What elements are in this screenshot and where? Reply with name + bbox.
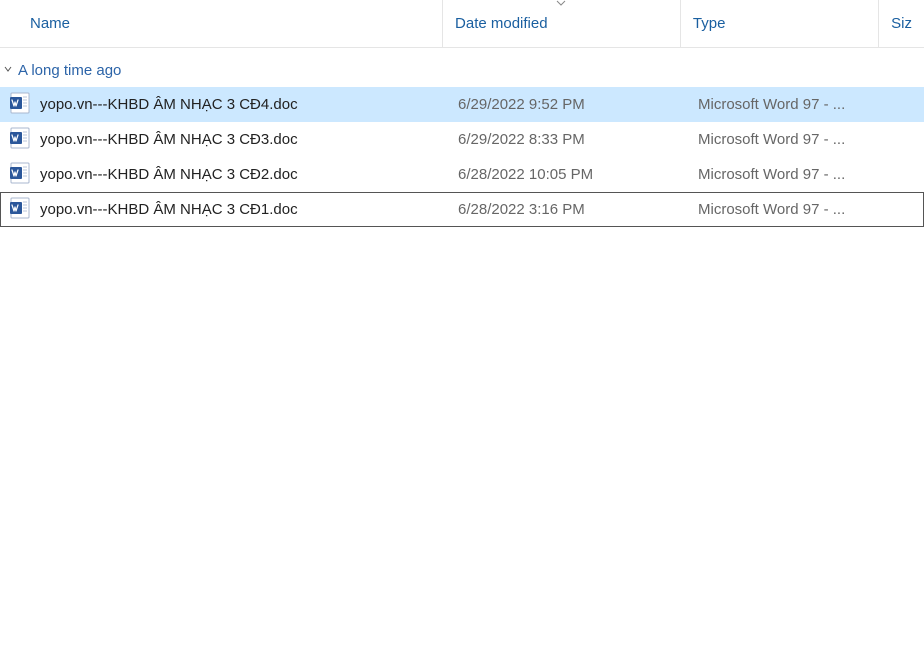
column-header-name-label: Name <box>30 15 70 32</box>
word-doc-icon <box>10 162 30 188</box>
file-type-cell: Microsoft Word 97 - ... <box>686 166 886 183</box>
word-doc-icon <box>10 92 30 118</box>
group-header[interactable]: A long time ago <box>0 48 924 87</box>
file-name-cell: yopo.vn---KHBD ÂM NHẠC 3 CĐ1.doc <box>10 197 446 223</box>
column-header-size[interactable]: Siz <box>878 0 924 47</box>
file-date-cell: 6/28/2022 10:05 PM <box>446 166 686 183</box>
file-row[interactable]: yopo.vn---KHBD ÂM NHẠC 3 CĐ2.doc 6/28/202… <box>0 157 924 192</box>
column-headers: Name Date modified Type Siz <box>0 0 924 48</box>
file-date-cell: 6/29/2022 9:52 PM <box>446 96 686 113</box>
column-header-name[interactable]: Name <box>0 0 442 47</box>
column-header-type[interactable]: Type <box>680 0 878 47</box>
file-name-label: yopo.vn---KHBD ÂM NHẠC 3 CĐ4.doc <box>40 96 298 113</box>
file-name-cell: yopo.vn---KHBD ÂM NHẠC 3 CĐ3.doc <box>10 127 446 153</box>
file-name-cell: yopo.vn---KHBD ÂM NHẠC 3 CĐ2.doc <box>10 162 446 188</box>
column-header-date-label: Date modified <box>455 15 548 32</box>
file-name-label: yopo.vn---KHBD ÂM NHẠC 3 CĐ2.doc <box>40 166 298 183</box>
file-row[interactable]: yopo.vn---KHBD ÂM NHẠC 3 CĐ1.doc 6/28/202… <box>0 192 924 227</box>
sort-indicator-icon <box>556 0 566 9</box>
column-header-date[interactable]: Date modified <box>442 0 680 47</box>
group-header-label: A long time ago <box>18 62 121 79</box>
word-doc-icon <box>10 197 30 223</box>
column-header-size-label: Siz <box>891 15 912 32</box>
file-row[interactable]: yopo.vn---KHBD ÂM NHẠC 3 CĐ3.doc 6/29/202… <box>0 122 924 157</box>
file-type-cell: Microsoft Word 97 - ... <box>686 96 886 113</box>
file-row[interactable]: yopo.vn---KHBD ÂM NHẠC 3 CĐ4.doc 6/29/202… <box>0 87 924 122</box>
file-name-cell: yopo.vn---KHBD ÂM NHẠC 3 CĐ4.doc <box>10 92 446 118</box>
file-type-cell: Microsoft Word 97 - ... <box>686 201 886 218</box>
column-header-type-label: Type <box>693 15 726 32</box>
file-type-cell: Microsoft Word 97 - ... <box>686 131 886 148</box>
file-list: yopo.vn---KHBD ÂM NHẠC 3 CĐ4.doc 6/29/202… <box>0 87 924 227</box>
file-name-label: yopo.vn---KHBD ÂM NHẠC 3 CĐ1.doc <box>40 201 298 218</box>
file-date-cell: 6/28/2022 3:16 PM <box>446 201 686 218</box>
word-doc-icon <box>10 127 30 153</box>
chevron-down-icon <box>2 64 14 77</box>
file-date-cell: 6/29/2022 8:33 PM <box>446 131 686 148</box>
file-name-label: yopo.vn---KHBD ÂM NHẠC 3 CĐ3.doc <box>40 131 298 148</box>
